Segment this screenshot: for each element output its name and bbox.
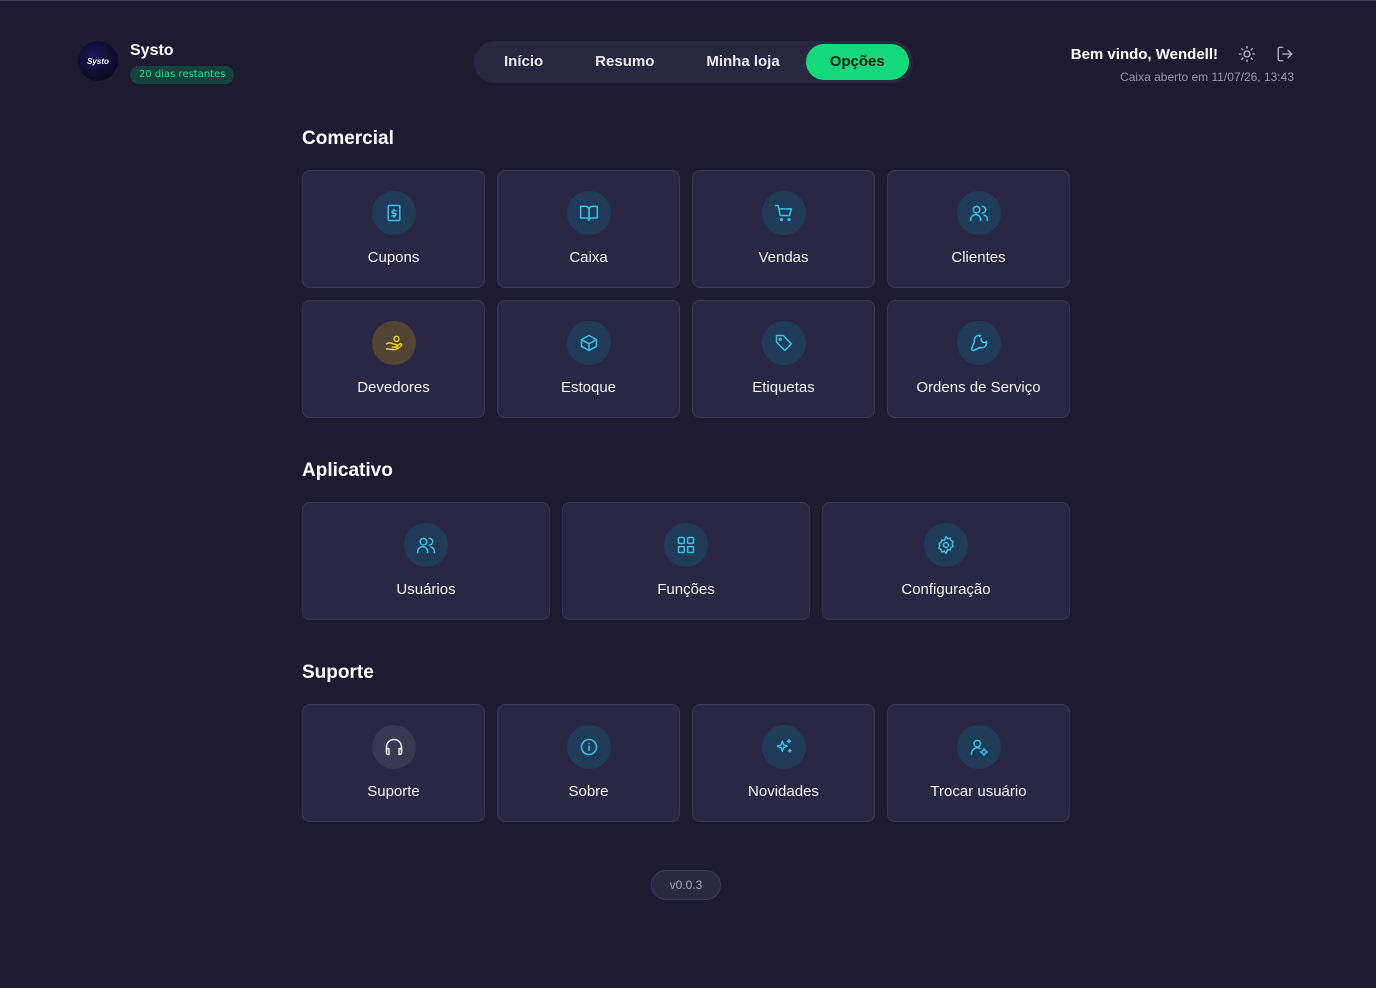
section-title-suporte: Suporte xyxy=(302,662,374,683)
card-suporte[interactable]: Suporte xyxy=(302,704,485,822)
user-cog-icon xyxy=(956,725,1001,769)
tag-icon xyxy=(761,321,806,365)
trial-badge: 20 dias restantes xyxy=(130,66,235,84)
card-caixa[interactable]: Caixa xyxy=(497,170,680,288)
gear-icon xyxy=(924,523,968,567)
card-sobre[interactable]: Sobre xyxy=(497,704,680,822)
info-icon xyxy=(566,725,611,769)
brand-name: Systo xyxy=(130,42,174,59)
top-nav: Início Resumo Minha loja Opções xyxy=(474,41,913,83)
card-funcoes[interactable]: Funções xyxy=(562,502,810,620)
card-label: Novidades xyxy=(748,783,819,800)
card-label: Clientes xyxy=(951,249,1006,266)
card-label: Configuração xyxy=(901,581,991,598)
card-estoque[interactable]: Estoque xyxy=(497,300,680,418)
receipt-icon xyxy=(371,191,416,235)
users-icon xyxy=(404,523,448,567)
card-label: Ordens de Serviço xyxy=(916,379,1041,396)
card-ordens-de-servico[interactable]: Ordens de Serviço xyxy=(887,300,1070,418)
card-trocar-usuario[interactable]: Trocar usuário xyxy=(887,704,1070,822)
logout-icon[interactable] xyxy=(1276,45,1294,63)
card-novidades[interactable]: Novidades xyxy=(692,704,875,822)
nav-minha-loja[interactable]: Minha loja xyxy=(680,44,805,80)
card-etiquetas[interactable]: Etiquetas xyxy=(692,300,875,418)
card-label: Funções xyxy=(657,581,715,598)
sparkles-icon xyxy=(761,725,806,769)
cart-icon xyxy=(761,191,806,235)
sun-icon[interactable] xyxy=(1238,45,1256,63)
section-title-aplicativo: Aplicativo xyxy=(302,460,393,481)
card-cupons[interactable]: Cupons xyxy=(302,170,485,288)
card-label: Devedores xyxy=(357,379,430,396)
users-icon xyxy=(956,191,1001,235)
book-open-icon xyxy=(566,191,611,235)
section-title-comercial: Comercial xyxy=(302,128,394,149)
headphones-icon xyxy=(371,725,416,769)
card-label: Sobre xyxy=(568,783,609,800)
welcome-text: Bem vindo, Wendell! xyxy=(1070,45,1218,63)
card-label: Caixa xyxy=(569,249,608,266)
comercial-grid: Cupons Caixa Vendas Clientes Devedores E… xyxy=(302,170,1070,418)
logo-text: Systo xyxy=(87,56,109,66)
card-label: Trocar usuário xyxy=(930,783,1027,800)
grid-icon xyxy=(664,523,708,567)
nav-opcoes[interactable]: Opções xyxy=(805,44,909,80)
wrench-icon xyxy=(956,321,1001,365)
nav-inicio[interactable]: Início xyxy=(478,44,569,80)
card-label: Etiquetas xyxy=(752,379,815,396)
card-label: Cupons xyxy=(367,249,420,266)
version-badge: v0.0.3 xyxy=(651,870,721,900)
hand-coins-icon xyxy=(371,321,416,365)
card-label: Estoque xyxy=(560,379,617,396)
logo[interactable]: Systo xyxy=(78,41,118,81)
card-usuarios[interactable]: Usuários xyxy=(302,502,550,620)
card-vendas[interactable]: Vendas xyxy=(692,170,875,288)
nav-resumo[interactable]: Resumo xyxy=(569,44,680,80)
card-label: Usuários xyxy=(396,581,456,598)
card-label: Vendas xyxy=(758,249,809,266)
box-icon xyxy=(566,321,611,365)
card-configuracao[interactable]: Configuração xyxy=(822,502,1070,620)
user-area: Bem vindo, Wendell! Caixa aberto em 11/0… xyxy=(1070,44,1294,85)
aplicativo-grid: Usuários Funções Configuração xyxy=(302,502,1070,620)
caixa-info: Caixa aberto em 11/07/26, 13:43 xyxy=(1120,70,1294,84)
card-label: Suporte xyxy=(367,783,420,800)
brand: Systo Systo 20 dias restantes xyxy=(78,41,235,84)
card-clientes[interactable]: Clientes xyxy=(887,170,1070,288)
card-devedores[interactable]: Devedores xyxy=(302,300,485,418)
suporte-grid: Suporte Sobre Novidades Trocar usuário xyxy=(302,704,1070,822)
